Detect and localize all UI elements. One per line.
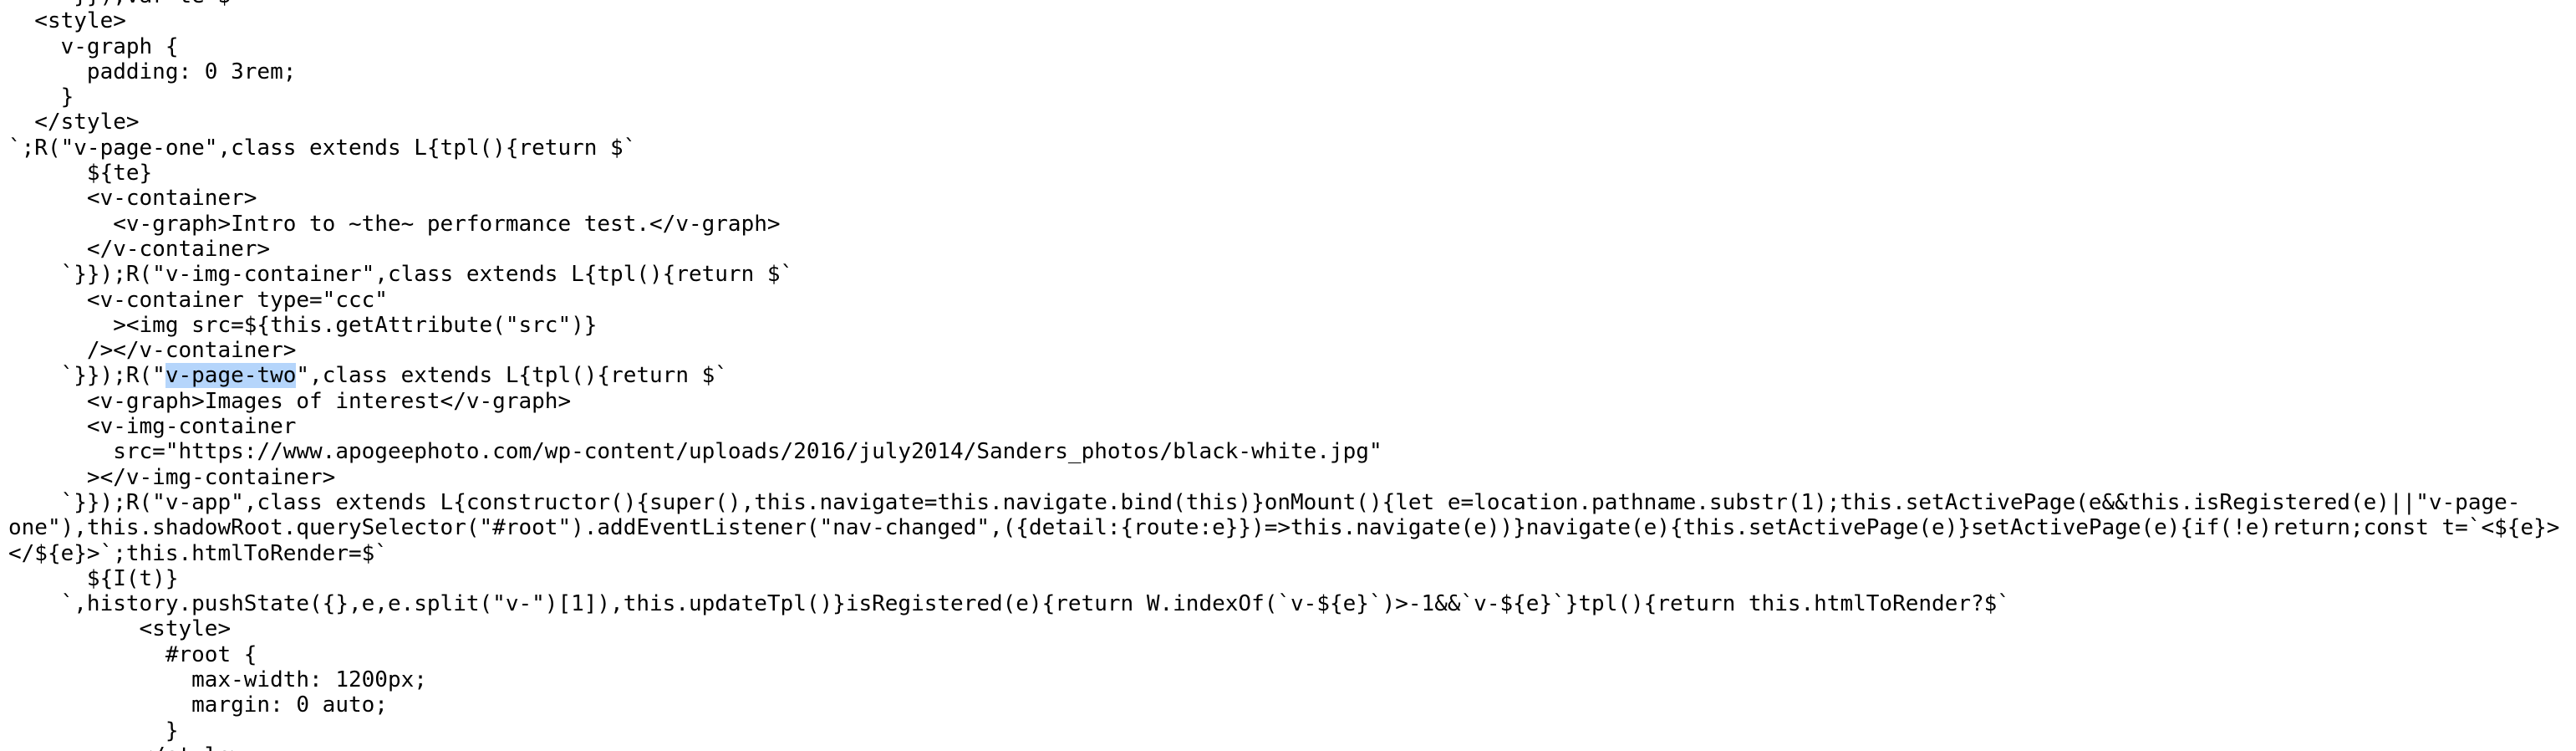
source-viewer[interactable]: }});var te=$` <style> v-graph { padding:… [0, 0, 2576, 751]
source-line: <v-container type="ccc" [8, 287, 388, 313]
source-line: `}});R("v-page-two",class extends L{tpl(… [8, 363, 2559, 389]
source-line: </v-container> [8, 236, 271, 262]
source-line: one"),this.shadowRoot.querySelector("#ro… [8, 515, 2560, 541]
source-line: } [8, 718, 179, 743]
source-text: ",class extends L{tpl(){return $` [296, 363, 728, 389]
source-line: margin: 0 auto; [8, 692, 388, 718]
source-line: `,history.pushState({},e,e.split("v-")[1… [8, 591, 2010, 617]
source-line: <v-container> [8, 186, 257, 212]
source-line: ><img src=${this.getAttribute("src")} [8, 312, 598, 338]
source-line: </style> [8, 110, 140, 135]
source-line: </style> [8, 743, 2559, 751]
source-line: <style> [8, 616, 232, 642]
source-line: } [8, 84, 74, 110]
source-line: /></v-container> [8, 338, 297, 364]
source-line: #root { [8, 641, 257, 667]
source-code[interactable]: }});var te=$` <style> v-graph { padding:… [8, 0, 2559, 751]
source-line: </${e}>`;this.htmlToRender=$` [8, 540, 388, 566]
source-line: `;R("v-page-one",class extends L{tpl(){r… [8, 135, 637, 161]
source-line: ${I(t)} [8, 565, 179, 591]
source-line: }});var te=$` [8, 0, 2559, 8]
source-line: v-graph { [8, 33, 179, 59]
source-line: ${te} [8, 161, 153, 186]
source-line: <v-img-container [8, 414, 297, 440]
source-line: `}});R("v-app",class extends L{construct… [8, 489, 2521, 515]
source-line: <style> [8, 8, 126, 34]
source-line: max-width: 1200px; [8, 667, 427, 693]
source-text: `}});R(" [8, 363, 165, 389]
source-line: src="https://www.apogeephoto.com/wp-cont… [8, 439, 1382, 465]
source-line: ></v-img-container> [8, 464, 336, 490]
source-line: <v-graph>Images of interest</v-graph> [8, 388, 572, 414]
source-line: <v-graph>Intro to ~the~ performance test… [8, 211, 781, 237]
source-line: padding: 0 3rem; [8, 59, 297, 84]
selected-text-highlight[interactable]: v-page-two [165, 363, 297, 389]
source-line: `}});R("v-img-container",class extends L… [8, 262, 794, 288]
